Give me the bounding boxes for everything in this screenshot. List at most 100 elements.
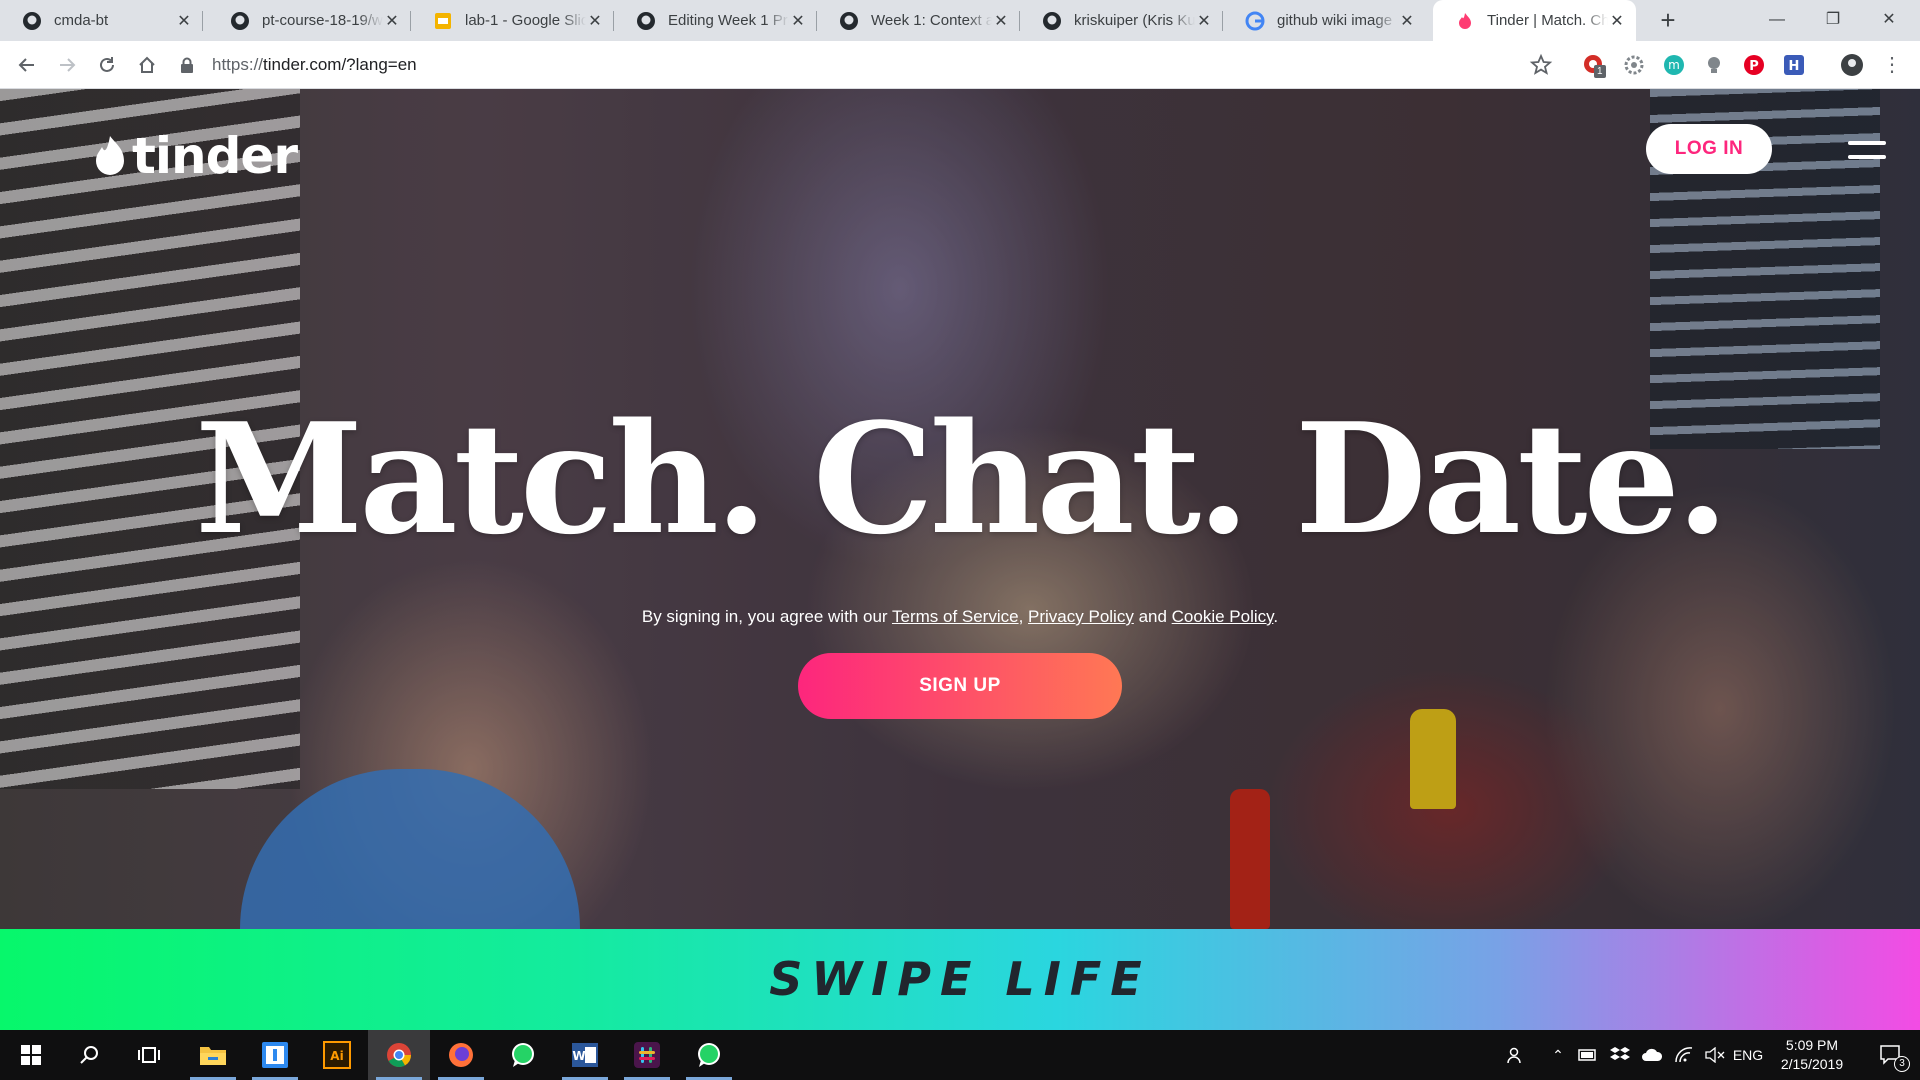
extension-lightbulb-icon[interactable]: [1702, 53, 1726, 77]
flame-icon: [96, 136, 124, 175]
tab-title: Tinder | Match. Ch: [1487, 12, 1608, 29]
browser-toolbar: https://tinder.com/?lang=en 1 m P H ⋮: [0, 41, 1920, 89]
firefox-icon: [449, 1043, 473, 1067]
tab-title: github wiki image: [1277, 12, 1393, 29]
firefox-taskbar-button[interactable]: [430, 1030, 492, 1080]
close-icon[interactable]: ✕: [1398, 11, 1416, 31]
file-explorer-icon: [200, 1047, 226, 1065]
whatsapp-taskbar-button[interactable]: [492, 1030, 554, 1080]
close-icon[interactable]: ✕: [992, 11, 1010, 31]
tab-title: kriskuiper (Kris Kui: [1074, 12, 1195, 29]
chrome-taskbar-button[interactable]: [368, 1030, 430, 1080]
battery-icon[interactable]: [1573, 1030, 1603, 1080]
extension-badge: 1: [1594, 65, 1606, 78]
close-window-button[interactable]: ✕: [1861, 0, 1917, 41]
profile-avatar-icon[interactable]: [1840, 53, 1864, 77]
windows-taskbar: Ai W ⌃ ENG 5:09 PM 2/15/2019 3: [0, 1030, 1920, 1080]
reload-button[interactable]: [92, 50, 122, 80]
close-icon[interactable]: ✕: [1608, 11, 1626, 31]
close-icon[interactable]: ✕: [1195, 11, 1213, 31]
signup-button[interactable]: SIGN UP: [798, 653, 1122, 719]
forward-button[interactable]: [52, 50, 82, 80]
tab-github-wiki-image[interactable]: github wiki image ✕: [1223, 0, 1426, 41]
tinder-icon: [1455, 11, 1475, 31]
chevron-up-icon[interactable]: ⌃: [1545, 1030, 1571, 1080]
wifi-icon[interactable]: [1669, 1030, 1699, 1080]
close-icon[interactable]: ✕: [789, 11, 807, 31]
dropbox-icon[interactable]: [1605, 1030, 1635, 1080]
github-icon: [636, 11, 656, 31]
hamburger-menu-icon[interactable]: [1848, 141, 1886, 159]
swipe-life-banner: SWIPE LIFE: [0, 929, 1920, 1030]
word-icon: W: [572, 1043, 598, 1067]
close-icon[interactable]: ✕: [383, 11, 401, 31]
tab-title: Week 1: Context ar: [871, 12, 992, 29]
svg-text:Ai: Ai: [330, 1049, 343, 1063]
whatsapp-icon: [512, 1043, 534, 1067]
tab-title: cmda-bt: [54, 12, 109, 29]
minimize-button[interactable]: —: [1749, 0, 1805, 41]
action-center-button[interactable]: 3: [1866, 1030, 1916, 1080]
address-bar[interactable]: https://tinder.com/?lang=en: [180, 47, 1550, 83]
tab-lab-1[interactable]: lab-1 - Google Slid ✕: [411, 0, 614, 41]
extension-lastpass-icon[interactable]: 1: [1582, 53, 1606, 78]
close-icon[interactable]: ✕: [175, 11, 193, 31]
teams-icon: [262, 1042, 288, 1068]
terms-of-service-link[interactable]: Terms of Service: [892, 607, 1019, 626]
github-icon: [22, 11, 42, 31]
volume-muted-icon[interactable]: [1700, 1030, 1730, 1080]
task-view-button[interactable]: [118, 1030, 180, 1080]
legal-notice: By signing in, you agree with our Terms …: [641, 607, 1279, 626]
illustrator-icon: Ai: [323, 1041, 351, 1069]
search-icon: [80, 1046, 98, 1064]
file-explorer-taskbar-button[interactable]: [182, 1030, 244, 1080]
tab-pt-course[interactable]: pt-course-18-19/w ✕: [208, 0, 411, 41]
tab-title: lab-1 - Google Slid: [465, 12, 586, 29]
new-tab-button[interactable]: +: [1651, 6, 1685, 36]
svg-text:H: H: [1789, 59, 1800, 74]
whatsapp-taskbar-button-2[interactable]: [678, 1030, 740, 1080]
close-icon[interactable]: ✕: [586, 11, 604, 31]
teams-taskbar-button[interactable]: [244, 1030, 306, 1080]
restore-button[interactable]: ❐: [1805, 0, 1861, 41]
tinder-page: tinder LOG IN Match. Chat. Date. By sign…: [0, 89, 1920, 929]
google-icon: [1245, 11, 1265, 31]
search-button[interactable]: [58, 1030, 120, 1080]
start-button[interactable]: [0, 1030, 62, 1080]
onedrive-icon[interactable]: [1637, 1030, 1667, 1080]
reload-icon: [100, 57, 114, 72]
login-button[interactable]: LOG IN: [1646, 124, 1772, 174]
extension-m-icon[interactable]: m: [1662, 53, 1686, 77]
extension-pinterest-icon[interactable]: P: [1742, 53, 1766, 77]
task-view-icon: [138, 1047, 160, 1063]
slack-taskbar-button[interactable]: [616, 1030, 678, 1080]
page-headline: Match. Chat. Date.: [194, 389, 1729, 568]
system-clock[interactable]: 5:09 PM 2/15/2019: [1764, 1036, 1860, 1074]
clock-date: 2/15/2019: [1780, 1056, 1844, 1072]
chrome-menu-icon[interactable]: ⋮: [1880, 53, 1904, 77]
back-button[interactable]: [12, 50, 42, 80]
star-icon[interactable]: [1529, 53, 1553, 77]
privacy-policy-link[interactable]: Privacy Policy: [1028, 607, 1134, 626]
google-slides-icon: [433, 11, 453, 31]
illustrator-taskbar-button[interactable]: Ai: [306, 1030, 368, 1080]
chrome-icon: [387, 1043, 411, 1068]
arrow-right-icon: [60, 58, 76, 72]
word-taskbar-button[interactable]: W: [554, 1030, 616, 1080]
tab-cmda-bt[interactable]: cmda-bt ✕: [0, 0, 203, 41]
extension-gear-icon[interactable]: [1622, 53, 1646, 77]
home-icon: [139, 56, 155, 73]
tab-tinder[interactable]: Tinder | Match. Ch ✕: [1433, 0, 1636, 41]
home-button[interactable]: [132, 50, 162, 80]
people-icon[interactable]: [1500, 1030, 1532, 1080]
tab-kriskuiper[interactable]: kriskuiper (Kris Kui ✕: [1020, 0, 1223, 41]
extension-h-icon[interactable]: H: [1782, 53, 1806, 77]
arrow-left-icon: [18, 58, 34, 72]
tab-week-1-context[interactable]: Week 1: Context ar ✕: [817, 0, 1020, 41]
cookie-policy-link[interactable]: Cookie Policy: [1172, 607, 1274, 626]
tinder-logo[interactable]: tinder: [90, 127, 298, 185]
swipe-life-text: SWIPE LIFE: [769, 952, 1151, 1006]
language-indicator[interactable]: ENG: [1728, 1030, 1768, 1080]
tab-editing-week-1[interactable]: Editing Week 1 Pro ✕: [614, 0, 817, 41]
tab-title: Editing Week 1 Pro: [668, 12, 789, 29]
